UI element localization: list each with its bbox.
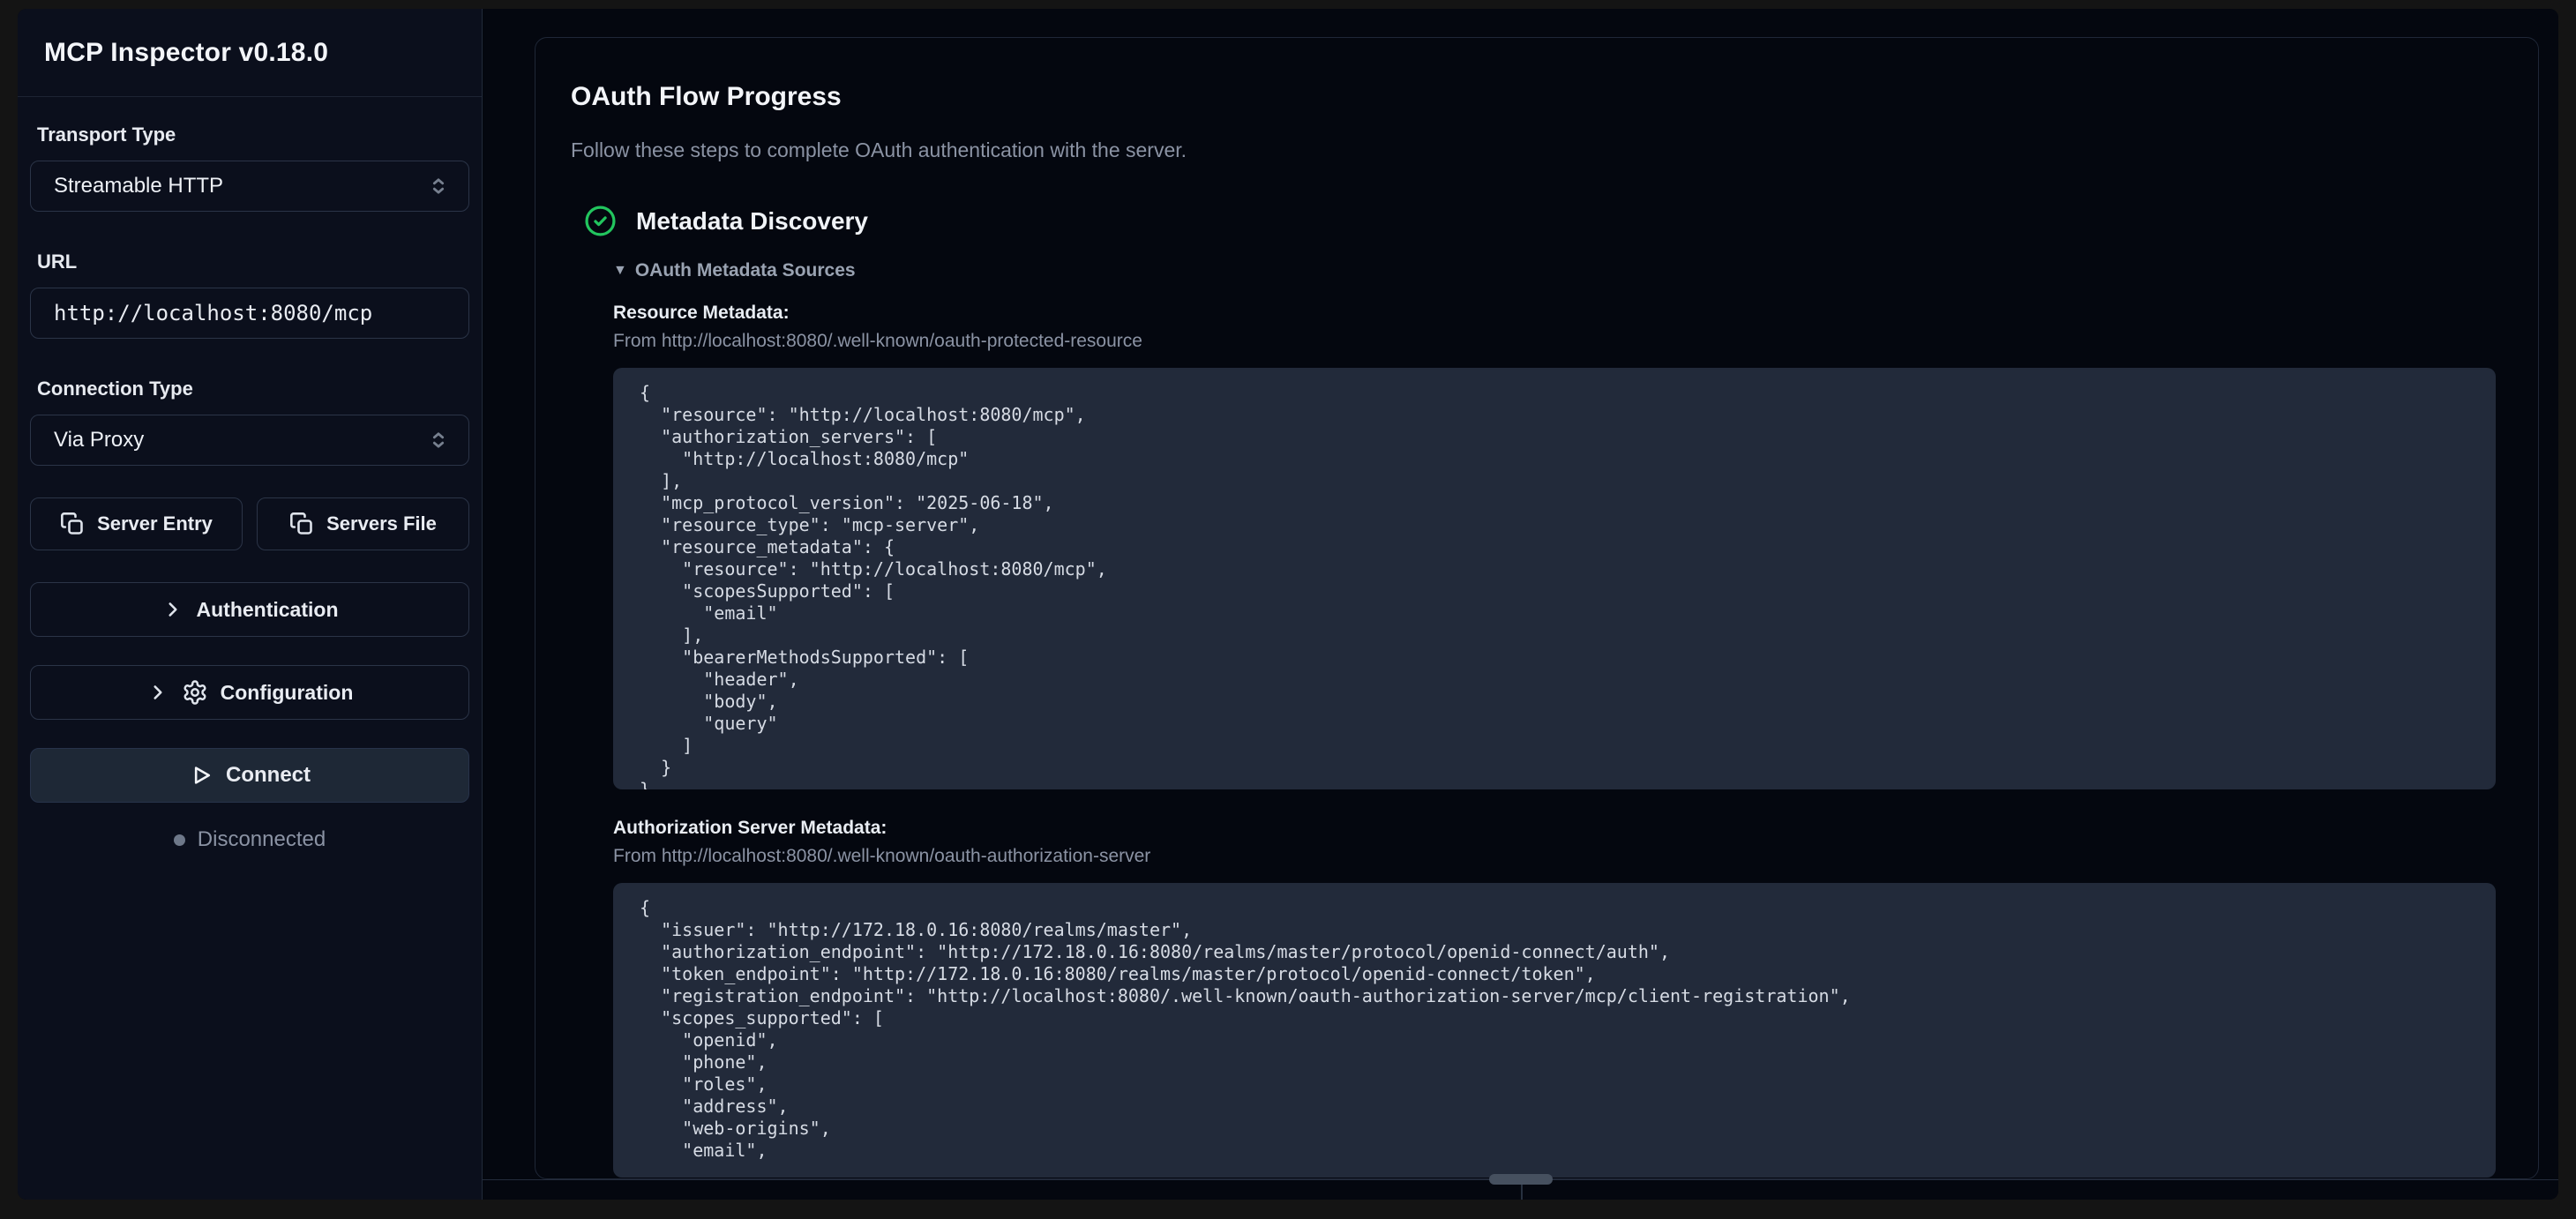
servers-file-label: Servers File [326,512,437,535]
select-updown-icon [426,174,451,198]
main-panel: OAuth Flow Progress Follow these steps t… [483,9,2558,1200]
app-title: MCP Inspector v0.18.0 [44,38,328,68]
connection-status: Disconnected [30,827,469,852]
copy-icon [289,512,314,536]
server-entry-button[interactable]: Server Entry [30,497,243,550]
auth-server-metadata-json[interactable]: { "issuer": "http://172.18.0.16:8080/rea… [613,883,2496,1178]
play-icon [189,763,213,788]
page-title: OAuth Flow Progress [571,82,2496,112]
check-circle-icon [584,205,617,237]
step-title: Metadata Discovery [636,207,868,236]
triangle-down-icon: ▼ [613,264,627,278]
resource-metadata-source: From http://localhost:8080/.well-known/o… [613,331,2496,352]
chevron-right-icon [146,681,169,704]
step-metadata-discovery: Metadata Discovery [584,205,2496,237]
app-title-bar: MCP Inspector v0.18.0 [18,9,482,97]
chevron-right-icon [161,598,184,621]
url-input[interactable] [30,288,469,339]
url-label: URL [37,251,469,273]
mcp-inspector-app: MCP Inspector v0.18.0 Transport Type Str… [18,9,2558,1200]
status-dot-icon [174,834,185,846]
copy-icon [60,512,85,536]
oauth-metadata-sources-label: OAuth Metadata Sources [635,260,856,281]
gear-icon [182,679,208,706]
transport-type-value: Streamable HTTP [54,174,223,198]
authentication-label: Authentication [197,598,339,622]
step-body: ▼ OAuth Metadata Sources Resource Metada… [613,260,2496,1178]
sidebar-body: Transport Type Streamable HTTP URL Conne… [18,97,482,852]
transport-type-label: Transport Type [37,123,469,146]
resource-metadata-label: Resource Metadata: [613,303,2496,324]
oauth-flow-card: OAuth Flow Progress Follow these steps t… [535,37,2539,1179]
authentication-button[interactable]: Authentication [30,582,469,637]
connection-type-select[interactable]: Via Proxy [30,415,469,466]
connection-type-value: Via Proxy [54,428,144,452]
connect-label: Connect [226,763,311,788]
resource-metadata-json[interactable]: { "resource": "http://localhost:8080/mcp… [613,368,2496,789]
connect-button[interactable]: Connect [30,748,469,803]
bottom-panel-divider [483,1179,2558,1200]
oauth-metadata-sources-toggle[interactable]: ▼ OAuth Metadata Sources [613,260,2496,281]
connection-type-label: Connection Type [37,378,469,400]
auth-server-metadata-label: Authorization Server Metadata: [613,818,2496,839]
import-buttons-row: Server Entry Servers File [30,497,469,550]
transport-type-select[interactable]: Streamable HTTP [30,161,469,212]
auth-server-metadata-source: From http://localhost:8080/.well-known/o… [613,846,2496,867]
server-entry-label: Server Entry [97,512,213,535]
connection-status-text: Disconnected [198,827,326,852]
configuration-label: Configuration [221,681,354,705]
sidebar: MCP Inspector v0.18.0 Transport Type Str… [18,9,483,1200]
configuration-button[interactable]: Configuration [30,665,469,720]
panel-resize-handle[interactable] [1489,1174,1553,1185]
select-updown-icon [426,428,451,452]
url-field: URL [30,251,469,339]
transport-type-field: Transport Type Streamable HTTP [30,123,469,212]
connection-type-field: Connection Type Via Proxy [30,378,469,466]
page-subtitle: Follow these steps to complete OAuth aut… [571,138,2496,162]
servers-file-button[interactable]: Servers File [257,497,469,550]
